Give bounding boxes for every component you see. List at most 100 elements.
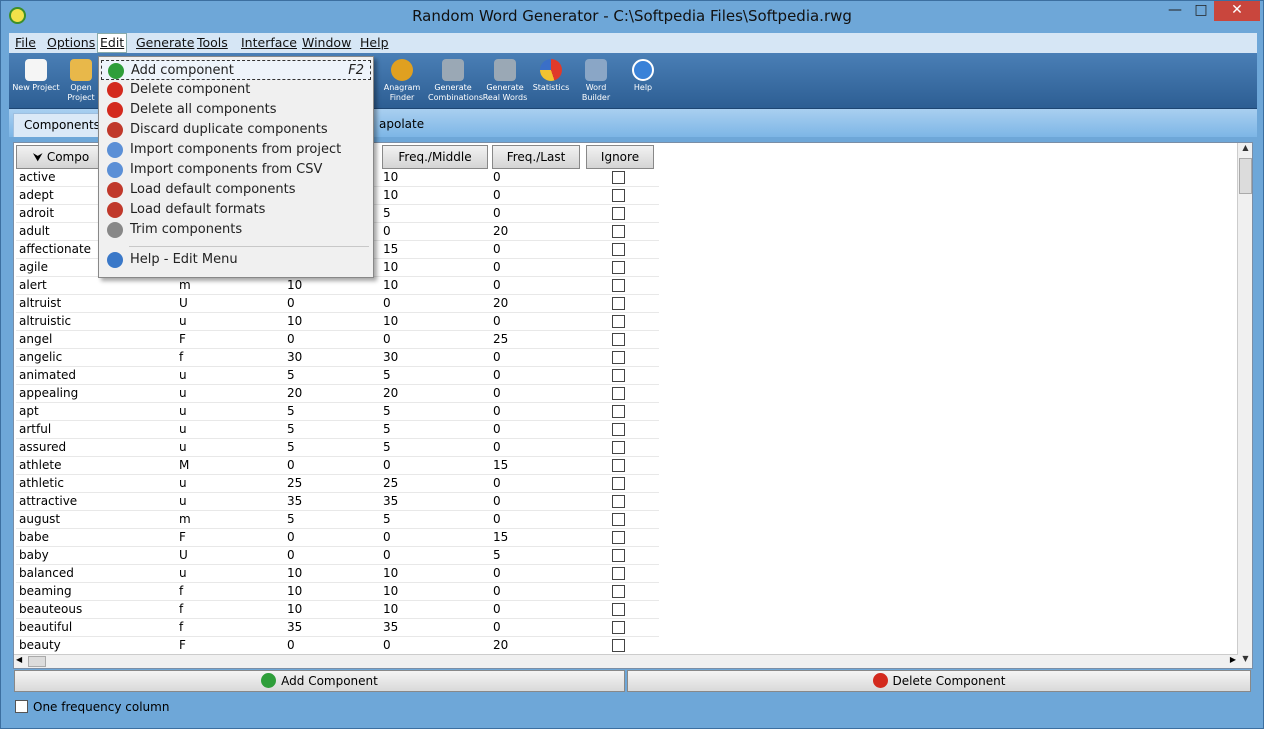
menu-options[interactable]: Options [47, 35, 95, 50]
scroll-right-icon[interactable]: ▶ [1230, 655, 1236, 664]
close-button[interactable]: ✕ [1214, 1, 1260, 21]
table-row[interactable]: angel F 0 0 25 [16, 331, 659, 349]
table-row[interactable]: baby U 0 0 5 [16, 547, 659, 565]
ignore-checkbox[interactable] [612, 423, 625, 436]
table-row[interactable]: attractive u 35 35 0 [16, 493, 659, 511]
ignore-checkbox[interactable] [612, 567, 625, 580]
table-cell: 0 [493, 242, 501, 256]
new-project-button[interactable]: New Project [11, 57, 61, 107]
menu-item[interactable]: Delete all components [101, 100, 371, 120]
menu-item[interactable]: Trim components [101, 220, 371, 240]
one-frequency-option[interactable]: One frequency column [15, 700, 169, 714]
menu-interface[interactable]: Interface [241, 35, 297, 50]
table-row[interactable]: altruist U 0 0 20 [16, 295, 659, 313]
table-cell: 0 [493, 260, 501, 274]
ignore-checkbox[interactable] [612, 639, 625, 652]
ignore-checkbox[interactable] [612, 495, 625, 508]
table-row[interactable]: athlete M 0 0 15 [16, 457, 659, 475]
ignore-checkbox[interactable] [612, 261, 625, 274]
ignore-checkbox[interactable] [612, 513, 625, 526]
ignore-checkbox[interactable] [612, 369, 625, 382]
table-row[interactable]: babe F 0 0 15 [16, 529, 659, 547]
generate-combinations-button[interactable]: Generate Combinations [428, 57, 483, 107]
ignore-checkbox[interactable] [612, 225, 625, 238]
menu-item-icon [108, 63, 124, 79]
scroll-thumb-h[interactable] [28, 656, 46, 667]
menu-item[interactable]: Help - Edit Menu [101, 250, 371, 270]
table-row[interactable]: animated u 5 5 0 [16, 367, 659, 385]
anagram-finder-button[interactable]: Anagram Finder [377, 57, 427, 107]
generate-real-words-button[interactable]: Generate Real Words [480, 57, 530, 107]
table-row[interactable]: beaming f 10 10 0 [16, 583, 659, 601]
ignore-checkbox[interactable] [612, 387, 625, 400]
scroll-down-icon[interactable]: ▼ [1239, 654, 1252, 668]
ignore-checkbox[interactable] [612, 351, 625, 364]
ignore-checkbox[interactable] [612, 207, 625, 220]
menu-item[interactable]: Discard duplicate components [101, 120, 371, 140]
ignore-checkbox[interactable] [612, 243, 625, 256]
column-header-freq-last[interactable]: Freq./Last [492, 145, 580, 169]
ignore-checkbox[interactable] [612, 477, 625, 490]
table-row[interactable]: alert m 10 10 0 [16, 277, 659, 295]
table-row[interactable]: beauty F 0 0 20 [16, 637, 659, 655]
scroll-thumb[interactable] [1239, 158, 1252, 194]
table-cell: 35 [287, 494, 303, 508]
table-row[interactable]: appealing u 20 20 0 [16, 385, 659, 403]
menu-item[interactable]: Delete component [101, 80, 371, 100]
horizontal-scrollbar[interactable]: ◀ ▶ [14, 654, 1238, 668]
word-builder-button[interactable]: Word Builder [571, 57, 621, 107]
table-row[interactable]: beauteous f 10 10 0 [16, 601, 659, 619]
delete-component-button[interactable]: Delete Component [627, 670, 1251, 692]
minimize-button[interactable]: — [1162, 1, 1188, 21]
ignore-checkbox[interactable] [612, 189, 625, 202]
menu-item[interactable]: Add component F2 [101, 60, 371, 80]
ignore-checkbox[interactable] [612, 297, 625, 310]
table-row[interactable]: august m 5 5 0 [16, 511, 659, 529]
ignore-checkbox[interactable] [612, 621, 625, 634]
scroll-up-icon[interactable]: ▲ [1239, 143, 1252, 157]
vertical-scrollbar[interactable]: ▲ ▼ [1237, 143, 1252, 668]
ignore-checkbox[interactable] [612, 459, 625, 472]
menu-item[interactable]: Load default components [101, 180, 371, 200]
one-frequency-checkbox[interactable] [15, 700, 28, 713]
maximize-button[interactable]: □ [1188, 1, 1214, 21]
ignore-checkbox[interactable] [612, 315, 625, 328]
ignore-checkbox[interactable] [612, 171, 625, 184]
statistics-button[interactable]: Statistics [526, 57, 576, 107]
tab-components[interactable]: Components [13, 113, 111, 137]
table-row[interactable]: altruistic u 10 10 0 [16, 313, 659, 331]
ignore-checkbox[interactable] [612, 405, 625, 418]
menu-item[interactable]: Import components from project [101, 140, 371, 160]
table-row[interactable]: beautiful f 35 35 0 [16, 619, 659, 637]
table-cell: 0 [287, 458, 295, 472]
table-row[interactable]: apt u 5 5 0 [16, 403, 659, 421]
menu-help[interactable]: Help [360, 35, 389, 50]
table-row[interactable]: assured u 5 5 0 [16, 439, 659, 457]
ignore-checkbox[interactable] [612, 549, 625, 562]
table-row[interactable]: balanced u 10 10 0 [16, 565, 659, 583]
column-header-freq-middle[interactable]: Freq./Middle [382, 145, 488, 169]
ignore-checkbox[interactable] [612, 441, 625, 454]
table-cell: 0 [493, 386, 501, 400]
menu-edit[interactable]: Edit [97, 33, 128, 53]
menu-tools[interactable]: Tools [197, 35, 228, 50]
ignore-checkbox[interactable] [612, 279, 625, 292]
table-row[interactable]: artful u 5 5 0 [16, 421, 659, 439]
tab-interpolate[interactable]: apolate [369, 113, 434, 137]
menu-generate[interactable]: Generate [136, 35, 194, 50]
help-button[interactable]: Help [618, 57, 668, 107]
ignore-checkbox[interactable] [612, 531, 625, 544]
menu-item[interactable]: Load default formats [101, 200, 371, 220]
table-row[interactable]: athletic u 25 25 0 [16, 475, 659, 493]
column-header-component[interactable]: ⮟ Compo [16, 145, 106, 169]
column-header-ignore[interactable]: Ignore [586, 145, 654, 169]
menu-item[interactable]: Import components from CSV [101, 160, 371, 180]
menu-file[interactable]: File [15, 35, 36, 50]
ignore-checkbox[interactable] [612, 603, 625, 616]
scroll-left-icon[interactable]: ◀ [16, 655, 22, 664]
menu-window[interactable]: Window [302, 35, 351, 50]
ignore-checkbox[interactable] [612, 333, 625, 346]
add-component-button[interactable]: Add Component [14, 670, 625, 692]
ignore-checkbox[interactable] [612, 585, 625, 598]
table-row[interactable]: angelic f 30 30 0 [16, 349, 659, 367]
